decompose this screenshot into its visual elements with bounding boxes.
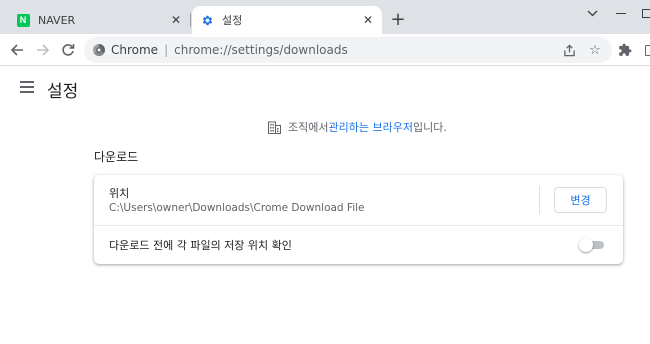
managed-notice-prefix: 조직에서 — [288, 121, 329, 134]
toggle-knob — [579, 238, 593, 252]
bookmark-star-icon[interactable]: ☆ — [586, 41, 604, 59]
downloads-section-title: 다운로드 — [94, 150, 139, 164]
location-label: 위치 — [109, 187, 130, 200]
managed-browser-link[interactable]: 관리하는 브라우저 — [328, 119, 412, 135]
downloads-card: 위치 C:\Users\owner\Downloads\Crome Downlo… — [94, 175, 623, 264]
tab-settings[interactable]: 설정 ✕ — [192, 6, 382, 34]
change-location-button[interactable]: 변경 — [554, 187, 607, 213]
managed-browser-notice: 조직에서 관리하는 브라우저 입니다. — [268, 119, 447, 135]
back-arrow-icon[interactable] — [6, 39, 28, 61]
tab-title: 설정 — [222, 14, 243, 27]
share-icon[interactable] — [560, 41, 578, 59]
naver-logo-letter: N — [16, 13, 30, 27]
tab-separator — [190, 13, 191, 27]
forward-arrow-icon[interactable] — [32, 39, 54, 61]
new-tab-plus-icon[interactable]: + — [388, 9, 408, 30]
close-icon[interactable]: ✕ — [168, 12, 184, 28]
close-icon[interactable]: ✕ — [360, 12, 376, 28]
ask-location-row[interactable]: 다운로드 전에 각 파일의 저장 위치 확인 — [94, 226, 623, 264]
reload-icon[interactable] — [57, 39, 79, 61]
address-origin: Chrome — [111, 43, 159, 57]
chrome-logo-icon[interactable] — [93, 44, 105, 56]
minimize-icon[interactable] — [614, 4, 628, 22]
tab-title: NAVER — [38, 13, 76, 27]
maximize-icon[interactable] — [640, 4, 650, 22]
address-url[interactable]: chrome://settings/downloads — [174, 43, 560, 57]
browser-toolbar: Chrome | chrome://settings/downloads ☆ — [0, 34, 650, 66]
side-panel-icon[interactable] — [640, 40, 650, 60]
ask-location-toggle[interactable] — [579, 238, 606, 252]
page-title: 설정 — [47, 82, 79, 102]
location-path: C:\Users\owner\Downloads\Crome Download … — [109, 202, 365, 214]
extensions-puzzle-icon[interactable] — [615, 40, 635, 60]
download-location-row: 위치 C:\Users\owner\Downloads\Crome Downlo… — [94, 175, 623, 225]
settings-gear-icon — [200, 13, 214, 27]
vertical-divider — [539, 186, 540, 214]
tab-strip: N NAVER ✕ 설정 ✕ + — [0, 0, 650, 34]
building-icon — [268, 121, 281, 134]
managed-notice-suffix: 입니다. — [412, 121, 447, 134]
tab-naver[interactable]: N NAVER ✕ — [8, 6, 190, 34]
hamburger-menu-icon[interactable] — [20, 81, 34, 93]
ask-location-label: 다운로드 전에 각 파일의 저장 위치 확인 — [109, 239, 292, 252]
settings-header: 설정 — [0, 67, 650, 109]
address-bar[interactable]: Chrome | chrome://settings/downloads ☆ — [84, 37, 612, 63]
chevron-down-icon[interactable] — [584, 4, 600, 22]
naver-logo-icon: N — [16, 13, 30, 27]
address-divider: | — [164, 43, 169, 57]
